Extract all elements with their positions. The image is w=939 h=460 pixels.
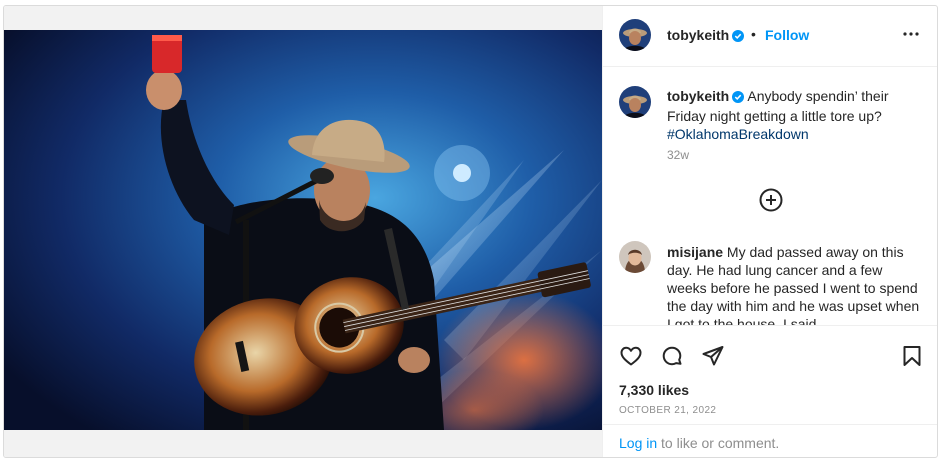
separator-dot: • xyxy=(751,26,756,42)
plus-circle-icon[interactable] xyxy=(758,187,784,213)
login-prompt: Log in to like or comment. xyxy=(603,424,937,457)
comment: misijane My dad passed away on this day.… xyxy=(667,243,923,325)
comment-icon[interactable] xyxy=(660,344,684,368)
verified-badge-icon xyxy=(732,89,745,107)
login-link[interactable]: Log in xyxy=(619,435,657,451)
commenter-avatar[interactable] xyxy=(619,241,651,273)
post-header: tobykeith • Follow xyxy=(603,6,937,67)
caption-timestamp[interactable]: 32w xyxy=(667,148,689,162)
login-prompt-text: Log in to like or comment. xyxy=(619,435,779,451)
author-avatar[interactable] xyxy=(619,19,651,51)
post-sidebar: tobykeith • Follow tobykeith Anybody spe… xyxy=(602,6,937,457)
author-username[interactable]: tobykeith xyxy=(667,27,729,43)
likes-count[interactable]: 7,330 likes xyxy=(619,382,689,398)
hashtag-link[interactable]: #OklahomaBreakdown xyxy=(667,126,809,142)
comment-username[interactable]: misijane xyxy=(667,244,723,260)
author-username-row: tobykeith xyxy=(667,27,745,45)
post-date: OCTOBER 21, 2022 xyxy=(619,405,717,416)
caption: tobykeith Anybody spendin’ their Friday … xyxy=(667,87,923,143)
verified-badge-icon xyxy=(732,29,745,45)
post-actions: 7,330 likes OCTOBER 21, 2022 Log in to l… xyxy=(603,325,937,457)
bookmark-icon[interactable] xyxy=(900,344,924,368)
comments-list[interactable]: tobykeith Anybody spendin’ their Friday … xyxy=(603,67,937,325)
caption-author-avatar[interactable] xyxy=(619,86,651,118)
caption-username[interactable]: tobykeith xyxy=(667,88,729,104)
post-media xyxy=(4,6,602,457)
login-rest-text: to like or comment. xyxy=(657,435,780,451)
more-horizontal-icon[interactable] xyxy=(899,22,923,46)
follow-button[interactable]: Follow xyxy=(765,27,809,43)
share-icon[interactable] xyxy=(701,344,725,368)
concert-photo[interactable] xyxy=(4,30,602,430)
post-dialog: tobykeith • Follow tobykeith Anybody spe… xyxy=(3,5,938,458)
heart-icon[interactable] xyxy=(619,344,643,368)
